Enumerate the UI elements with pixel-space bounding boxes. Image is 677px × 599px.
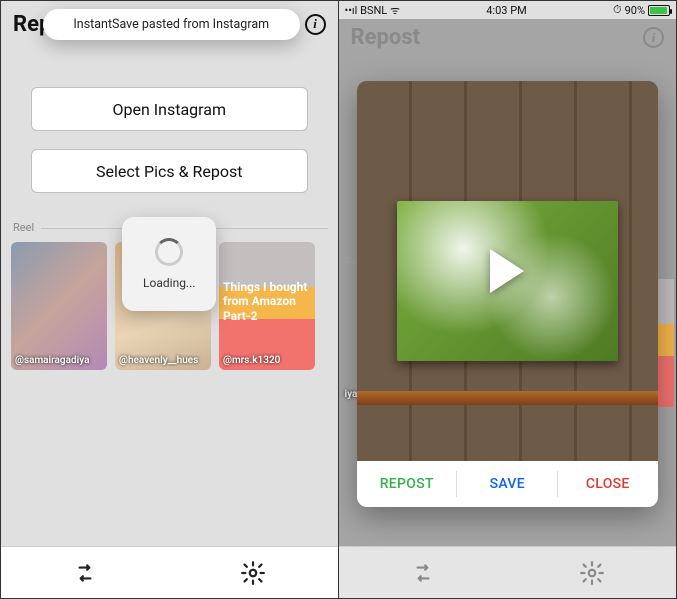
left-screenshot: Repost i Open Instagram Select Pics & Re… (1, 1, 339, 598)
video-preview[interactable] (357, 81, 659, 461)
alarm-icon: ⏱ (613, 3, 622, 17)
thumb-handle: @samairagadiya (15, 355, 103, 367)
paste-toast: InstantSave pasted from Instagram (43, 9, 300, 40)
battery-icon (648, 5, 670, 16)
tab-repost-icon-dim (339, 547, 508, 598)
thumb-handle: @heavenly__hues (119, 355, 207, 367)
info-icon-dim: i (643, 27, 664, 48)
repost-button[interactable]: REPOST (357, 461, 458, 507)
thumb-overlay-text: Things I bought from Amazon Part-2 (223, 280, 311, 323)
info-icon[interactable]: i (305, 14, 326, 35)
bottom-tab-bar-dim (339, 546, 677, 598)
close-button[interactable]: CLOSE (558, 461, 659, 507)
loading-modal: Loading... (122, 217, 216, 311)
page-title-dim: Repost (351, 25, 421, 50)
tab-settings-icon-dim (507, 547, 676, 598)
right-screenshot: ••ıl BSNL ᯤ 4:03 PM ⏱ 90% Repost i Reel … (339, 1, 677, 598)
background-handle-cut: iya (345, 389, 358, 400)
play-icon[interactable] (490, 249, 524, 293)
video-detail-decor (357, 391, 659, 405)
battery-percent: 90% (625, 4, 645, 17)
status-right: ⏱ 90% (613, 3, 670, 17)
loading-label: Loading... (143, 276, 195, 290)
tab-settings-icon[interactable] (169, 547, 337, 598)
select-pics-label: Select Pics & Repost (96, 162, 242, 181)
main-buttons: Open Instagram Select Pics & Repost (1, 47, 338, 221)
bottom-tab-bar (1, 546, 338, 598)
select-pics-button[interactable]: Select Pics & Repost (31, 149, 308, 193)
ios-status-bar: ••ıl BSNL ᯤ 4:03 PM ⏱ 90% (339, 1, 677, 19)
tab-repost-icon[interactable] (1, 547, 169, 598)
status-time: 4:03 PM (486, 4, 526, 17)
open-instagram-label: Open Instagram (113, 100, 227, 119)
status-carrier: ••ıl BSNL ᯤ (345, 3, 401, 18)
card-action-row: REPOST SAVE CLOSE (357, 461, 659, 507)
spinner-icon (155, 238, 183, 266)
thumb-handle: @mrs.k1320 (223, 355, 311, 367)
video-preview-card: REPOST SAVE CLOSE (357, 81, 659, 507)
right-header: Repost i (339, 19, 677, 56)
open-instagram-button[interactable]: Open Instagram (31, 87, 308, 131)
reel-thumbnail[interactable]: Things I bought from Amazon Part-2 @mrs.… (219, 242, 315, 370)
save-button[interactable]: SAVE (457, 461, 558, 507)
reel-thumbnail[interactable]: @samairagadiya (11, 242, 107, 370)
